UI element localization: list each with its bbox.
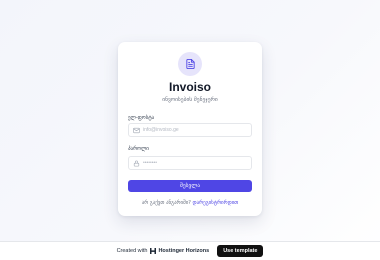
signup-row: არ გაქვთ ანგარიში? დარეგისტრირდით [118,200,262,206]
use-template-button[interactable]: Use template [217,245,264,257]
password-field[interactable] [128,156,252,170]
signup-prompt: არ გაქვთ ანგარიში? [141,200,191,206]
brand-name: Hostinger Horizons [158,248,210,254]
password-input[interactable] [143,158,243,168]
footer-bar: Created with Hostinger Horizons Use temp… [0,241,380,260]
password-label: პაროლი [128,146,149,152]
email-input[interactable] [143,125,243,135]
app-logo [178,52,202,76]
lock-icon [133,160,140,167]
mail-icon [133,127,140,134]
email-field[interactable] [128,123,252,137]
created-with-text: Created with [116,248,148,254]
email-label: ელ-ფოსტა [128,115,155,121]
login-button[interactable]: შესვლა [128,180,252,192]
hostinger-logo-icon [150,248,157,254]
app-subtitle: ინვოისების მენეჯერი [162,97,218,103]
signup-link[interactable]: დარეგისტრირდით [193,200,239,206]
document-icon [185,58,196,70]
login-card: Invoiso ინვოისების მენეჯერი ელ-ფოსტა პარ… [118,42,262,216]
app-title: Invoiso [168,80,211,94]
